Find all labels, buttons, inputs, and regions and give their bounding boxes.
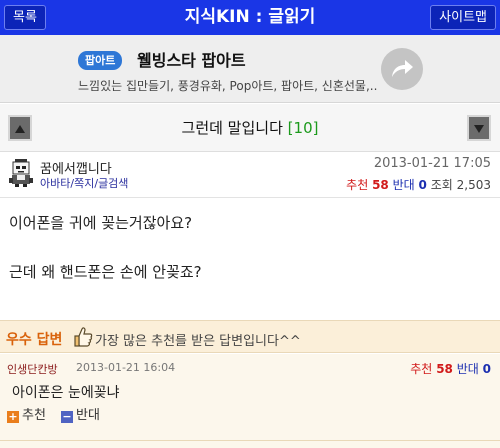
answer-stats: 추천 58 반대 0 (410, 360, 491, 377)
divider (0, 440, 500, 441)
best-badge-word-1: 우수 (6, 332, 32, 348)
ad-tag: 팝아트 (78, 51, 123, 70)
post-nav: 그런데 말입니다 [10] (0, 104, 500, 152)
recommend-label: 추천 (346, 178, 369, 192)
recommend-button[interactable]: + 추천 (7, 408, 46, 424)
answer-oppose-count: 0 (482, 362, 491, 376)
answer-oppose-label: 반대 (456, 362, 479, 376)
ad-banner[interactable]: 팝아트 웰빙스타 팝아트 느낌있는 집만들기, 풍경유화, Pop아트, 팝아트… (0, 35, 500, 103)
ad-go-button[interactable] (381, 48, 423, 90)
views-label: 조회 (430, 178, 453, 192)
triangle-down-icon (474, 125, 484, 133)
answer-date: 2013-01-21 16:04 (76, 361, 176, 374)
list-button[interactable]: 목록 (4, 5, 46, 30)
next-post-button[interactable] (467, 115, 491, 141)
recommend-button-label: 추천 (22, 408, 46, 423)
top-bar: 지식KIN : 글읽기 목록 사이트맵 (0, 0, 500, 35)
pixel-person-icon (9, 159, 33, 187)
post-title-text: 그런데 말입니다 (181, 119, 283, 137)
sitemap-button[interactable]: 사이트맵 (430, 5, 496, 30)
views-count: 2,503 (456, 178, 491, 192)
message-link[interactable]: 쪽지 (74, 177, 94, 190)
best-answer-header: 우수 답변 가장 많은 추천를 받은 답변입니다^^ (0, 320, 500, 353)
plus-icon: + (7, 410, 19, 423)
oppose-button[interactable]: − 반대 (61, 408, 100, 424)
minus-icon: − (61, 410, 73, 423)
oppose-label: 반대 (392, 178, 415, 192)
oppose-button-label: 반대 (76, 408, 100, 423)
best-answer-badge: 우수 답변 (6, 329, 62, 349)
post-stats: 추천 58 반대 0 조회 2,503 (346, 176, 491, 193)
answer-text: 아이폰은 눈에꽂냐 (12, 385, 120, 401)
answer-item: 인생단칸방 2013-01-21 16:04 추천 58 반대 0 아이폰은 눈… (0, 354, 500, 448)
ad-title[interactable]: 웰빙스타 팝아트 (137, 47, 246, 71)
best-answer-message: 가장 많은 추천를 받은 답변입니다^^ (95, 334, 301, 349)
ad-subtitle: 느낌있는 집만들기, 풍경유화, Pop아트, 팝아트, 신혼선물,... (78, 79, 378, 93)
post-body-line: 이어폰을 귀에 꽂는거잖아요? (9, 214, 193, 232)
post-body-line: 근데 왜 핸드폰은 손에 안꽂죠? (9, 263, 202, 281)
thumbs-up-icon (74, 327, 93, 347)
post-meta: 꿈에서깹니다 아바타/쪽지/글검색 2013-01-21 17:05 추천 58… (0, 153, 500, 198)
page-title: 지식KIN : 글읽기 (184, 7, 316, 27)
post-body: 이어폰을 귀에 꽂는거잖아요? 근데 왜 핸드폰은 손에 안꽂죠? (0, 199, 500, 320)
recommend-count: 58 (372, 178, 389, 192)
post-title: 그런데 말입니다 [10] (0, 104, 500, 152)
author-links: 아바타/쪽지/글검색 (40, 177, 129, 190)
best-badge-word-2: 답변 (36, 332, 63, 348)
avatar-link[interactable]: 아바타 (40, 177, 70, 190)
share-arrow-icon (392, 60, 413, 77)
answer-recommend-label: 추천 (410, 362, 433, 376)
answer-recommend-count: 58 (436, 362, 453, 376)
answer-author[interactable]: 인생단칸방 (7, 361, 58, 377)
search-posts-link[interactable]: 글검색 (98, 177, 128, 190)
oppose-count: 0 (418, 178, 427, 192)
comment-count: [10] (287, 119, 319, 137)
post-date: 2013-01-21 17:05 (373, 156, 491, 171)
